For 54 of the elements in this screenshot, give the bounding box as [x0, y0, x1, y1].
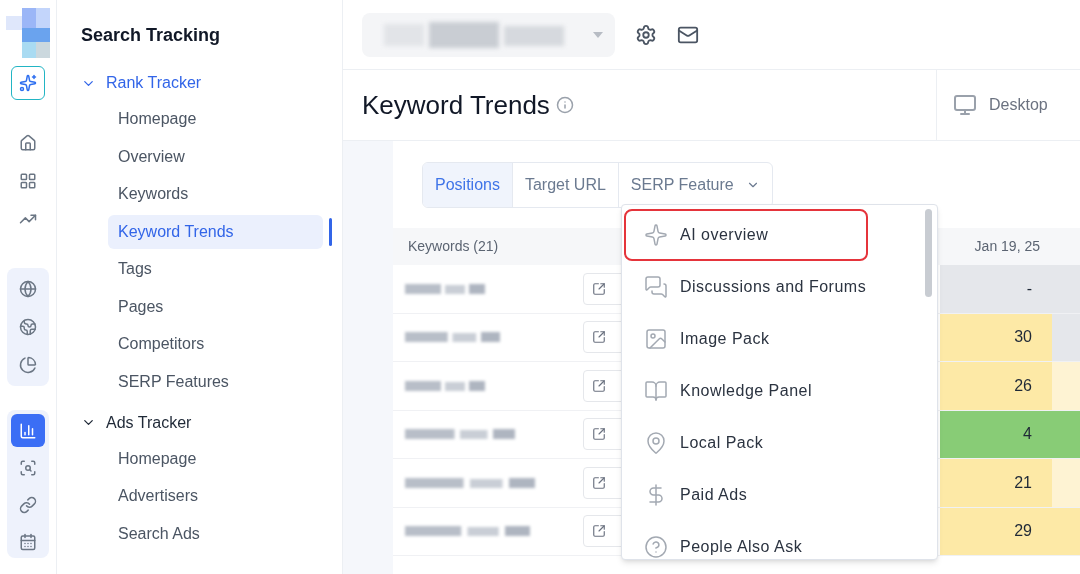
view-tab[interactable]: Target URL	[512, 162, 619, 207]
sidebar-item[interactable]: Search Ads	[108, 516, 326, 551]
sidebar-item[interactable]: Pages	[108, 289, 326, 324]
menu-item[interactable]: Discussions and Forums	[624, 261, 868, 313]
position-cell: 4	[940, 410, 1052, 458]
position-cell: 29	[940, 507, 1052, 555]
sparkles-icon[interactable]	[11, 66, 45, 100]
caret-icon	[593, 31, 603, 38]
sidebar-item[interactable]: Homepage	[108, 102, 326, 136]
sidebar-item[interactable]: Keyword Trends	[108, 214, 324, 249]
position-cell: -	[940, 265, 1052, 313]
menu-item[interactable]: Knowledge Panel	[624, 365, 868, 417]
chat-icon	[644, 275, 668, 299]
sidebar-title: Search Tracking	[81, 24, 222, 47]
sidebar-item[interactable]: Keywords	[108, 177, 326, 211]
sidebar-item[interactable]: Homepage	[108, 441, 326, 476]
logo-icon	[6, 8, 50, 58]
book-icon	[644, 379, 668, 403]
menu-item[interactable]: AI overview	[624, 209, 868, 261]
external-link-icon	[592, 378, 606, 393]
view-tab[interactable]: SERP Feature	[618, 162, 772, 207]
column-header: Keywords (21)	[407, 237, 500, 256]
view-tab[interactable]: Positions	[423, 162, 513, 207]
sidebar-item[interactable]: Overview	[108, 139, 326, 174]
pin-icon	[644, 431, 668, 455]
settings-icon[interactable]	[635, 23, 657, 46]
menu-item[interactable]: People Also Ask	[624, 521, 868, 559]
position-cell: 30	[940, 313, 1052, 361]
external-link-icon	[592, 524, 606, 539]
external-link-icon	[592, 475, 606, 490]
external-link-icon	[592, 427, 606, 442]
sidebar-item[interactable]: Competitors	[108, 327, 326, 361]
bar-chart-icon[interactable]	[11, 414, 45, 447]
external-link-icon	[592, 330, 606, 345]
sidebar-item[interactable]: Advertisers	[108, 479, 326, 513]
sparkle-icon	[644, 223, 668, 247]
image-icon	[644, 327, 668, 351]
menu-item[interactable]: Image Pack	[624, 313, 868, 365]
active-indicator	[329, 217, 332, 246]
column-header: Jan 19, 25	[973, 237, 1041, 256]
position-cell: 21	[940, 459, 1052, 507]
external-link-icon	[592, 281, 606, 296]
sidebar-item[interactable]: SERP Features	[108, 364, 326, 399]
sidebar-group[interactable]: Rank Tracker	[81, 67, 202, 99]
menu-item[interactable]: Local Pack	[624, 417, 868, 469]
sidebar-item[interactable]: Tags	[108, 252, 326, 286]
device-button[interactable]: Desktop	[936, 70, 1080, 140]
menu-item[interactable]: Paid Ads	[624, 469, 868, 521]
page-title: Keyword Trends	[362, 88, 550, 122]
sidebar-group[interactable]: Ads Tracker	[81, 406, 192, 439]
question-icon	[644, 535, 668, 559]
info-icon[interactable]	[555, 96, 574, 114]
position-cell: 26	[940, 362, 1052, 410]
monitor-icon	[953, 93, 977, 117]
